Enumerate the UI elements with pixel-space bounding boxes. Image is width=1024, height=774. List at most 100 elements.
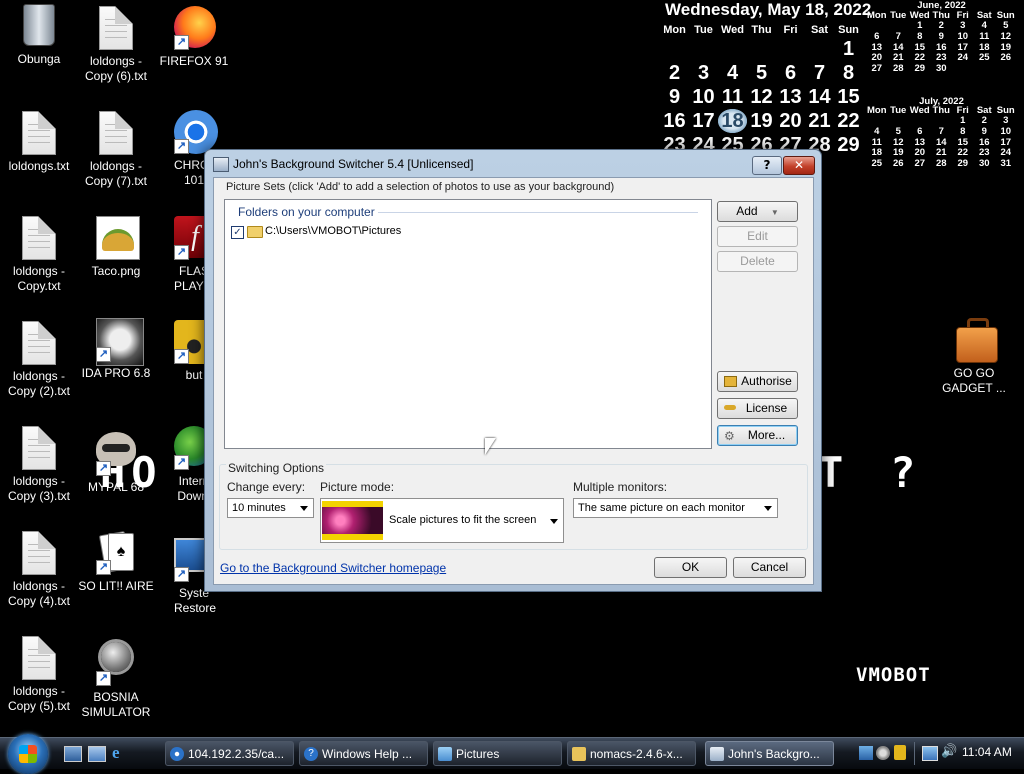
taskbar-item-label: 104.192.2.35/ca...: [188, 747, 285, 761]
july-day-cell: 31: [1000, 158, 1012, 170]
big-day-cell: [660, 37, 689, 61]
desktop-icon-obunga[interactable]: Obunga: [0, 4, 83, 67]
big-day-cell: [747, 37, 776, 61]
picture-mode-preview-thumbnail: [322, 501, 383, 540]
change-every-select[interactable]: 10 minutes: [227, 498, 314, 518]
desktop-icon-solitaire[interactable]: ♠ ↗ SO LIT!! AIRE: [72, 531, 160, 594]
app-icon: [710, 747, 724, 761]
shortcut-arrow-icon: ↗: [174, 139, 189, 154]
quicklaunch-internet-explorer-icon[interactable]: e: [112, 744, 129, 761]
desktop-icon-loldongs-copy-5-txt[interactable]: loldongs - Copy (5).txt: [0, 636, 83, 714]
taskbar-item-label: John's Backgro...: [728, 747, 820, 761]
mouse-cursor-icon: [485, 438, 496, 455]
desktop-icon-mypal[interactable]: ↗ MYPAL 68: [72, 426, 160, 495]
tray-warning-icon[interactable]: [894, 745, 906, 760]
desktop-icon-go-go-gadget[interactable]: GO GO GADGET ...: [930, 318, 1018, 396]
folder-path[interactable]: C:\Users\VMOBOT\Pictures: [265, 225, 401, 237]
desktop-icon-taco-png[interactable]: Taco.png: [72, 216, 160, 279]
tray-monitor-icon[interactable]: [922, 746, 938, 761]
multiple-monitors-select[interactable]: The same picture on each monitor: [573, 498, 778, 518]
june-day-cell: 6: [874, 30, 880, 42]
tray-network-icon[interactable]: [859, 746, 873, 760]
picture-mode-label: Picture mode:: [320, 480, 395, 494]
start-button[interactable]: [8, 734, 48, 774]
july-day-cell: 8: [960, 125, 966, 137]
tray-volume-icon[interactable]: 🔊: [941, 744, 957, 759]
desktop-icon-ida-pro[interactable]: ↗ IDA PRO 6.8: [72, 318, 160, 381]
desktop-icon-bosnia-simulator[interactable]: ↗ BOSNIA SIMULATOR: [72, 636, 160, 720]
taco-image-icon: [96, 216, 140, 260]
folders-group-header: Folders on your computer: [238, 205, 375, 219]
calendar-july-grid: 1 2 3 4 5 6 7 8 9 10 11 12 13 14 15 16 17 18 19 20 21 22 23 24 2…: [866, 115, 1017, 170]
close-button[interactable]: ✕: [783, 156, 815, 175]
july-day-cell: 25: [871, 158, 883, 170]
more-button[interactable]: ⚙ More...: [717, 425, 798, 446]
dow-label: Fri: [783, 24, 798, 36]
desktop-overlay-text-q: ?: [890, 448, 916, 497]
tray-settings-icon[interactable]: [876, 746, 890, 760]
folders-group-divider: [378, 212, 698, 213]
big-day-cell: [776, 37, 805, 61]
playing-cards-icon: ♠ ↗: [96, 531, 136, 575]
quicklaunch-show-desktop-icon[interactable]: [64, 746, 82, 762]
help-button[interactable]: ?: [752, 156, 782, 175]
switching-options-label: Switching Options: [226, 461, 327, 475]
taskbar-item-browser[interactable]: 104.192.2.35/ca...: [165, 741, 294, 766]
taskbar-item-background-switcher[interactable]: John's Backgro...: [705, 741, 834, 766]
taskbar-clock[interactable]: 11:04 AM: [962, 745, 1012, 759]
june-day-cell: 8: [917, 30, 923, 42]
desktop-icon-loldongs-copy-4-txt[interactable]: loldongs - Copy (4).txt: [0, 531, 83, 609]
desktop-brand-text: VMOBOT: [856, 664, 931, 686]
text-file-icon: [19, 636, 59, 680]
edit-button[interactable]: Edit: [717, 226, 798, 247]
taskbar-item-pictures[interactable]: Pictures: [433, 741, 562, 766]
june-day-cell: 27: [871, 63, 883, 75]
dialog-titlebar[interactable]: John's Background Switcher 5.4 [Unlicens…: [205, 150, 821, 177]
june-day-cell: 25: [978, 52, 990, 64]
big-day-cell: 10: [692, 86, 715, 108]
june-day-cell: 12: [1000, 30, 1012, 42]
june-day-cell: 28: [892, 63, 904, 75]
text-file-icon: [96, 111, 136, 155]
delete-button[interactable]: Delete: [717, 251, 798, 272]
picture-sets-label: Picture Sets (click 'Add' to add a selec…: [226, 181, 615, 193]
desktop-icon-loldongs-copy-3-txt[interactable]: loldongs - Copy (3).txt: [0, 426, 83, 504]
desktop-icon-loldongs-copy-2-txt[interactable]: loldongs - Copy (2).txt: [0, 321, 83, 399]
desktop-icon-loldongs-copy-7-txt[interactable]: loldongs - Copy (7).txt: [72, 111, 160, 189]
big-day-cell: 15: [837, 86, 860, 108]
june-day-cell: 9: [938, 30, 944, 42]
cancel-button[interactable]: Cancel: [733, 557, 806, 578]
desktop-icon-loldongs-copy-6-txt[interactable]: loldongs - Copy (6).txt: [72, 6, 160, 84]
desktop-icon-loldongs-txt[interactable]: loldongs.txt: [0, 111, 83, 174]
july-day-cell: 10: [1000, 125, 1012, 137]
big-day-cell: 29: [837, 134, 860, 156]
quicklaunch-switch-windows-icon[interactable]: [88, 746, 106, 762]
tray-divider: [914, 742, 915, 765]
july-day-cell: 29: [957, 158, 969, 170]
picture-sets-list[interactable]: Folders on your computer ✓ C:\Users\VMOB…: [224, 199, 712, 449]
add-button[interactable]: Add ▼: [717, 201, 798, 222]
homepage-link[interactable]: Go to the Background Switcher homepage: [220, 561, 446, 575]
license-button[interactable]: License: [717, 398, 798, 419]
folder-checkbox[interactable]: ✓: [231, 226, 244, 239]
authorise-button[interactable]: Authorise: [717, 371, 798, 392]
ok-button[interactable]: OK: [654, 557, 727, 578]
desktop-icon-loldongs-copy-txt[interactable]: loldongs - Copy.txt: [0, 216, 83, 294]
big-day-cell: 6: [784, 62, 797, 84]
text-file-icon: [19, 531, 59, 575]
picture-mode-select[interactable]: Scale pictures to fit the screen: [320, 498, 564, 543]
shortcut-arrow-icon: ↗: [96, 347, 111, 362]
desktop-icon-firefox[interactable]: ↗ FIREFOX 91: [150, 6, 238, 69]
june-day-cell: 11: [979, 30, 990, 42]
folder-icon: [438, 747, 452, 761]
shortcut-arrow-icon: ↗: [174, 35, 189, 50]
dow-label: Sat: [810, 24, 829, 36]
multiple-monitors-label: Multiple monitors:: [573, 480, 668, 494]
app-icon: [213, 157, 229, 172]
taskbar-item-nomacs[interactable]: nomacs-2.4.6-x...: [567, 741, 696, 766]
big-day-cell: 4: [726, 62, 739, 84]
mypal-raccoon-icon: ↗: [96, 432, 136, 476]
taskbar-item-windows-help[interactable]: ? Windows Help ...: [299, 741, 428, 766]
key-icon: [724, 405, 736, 410]
big-day-cell: 8: [842, 62, 855, 84]
